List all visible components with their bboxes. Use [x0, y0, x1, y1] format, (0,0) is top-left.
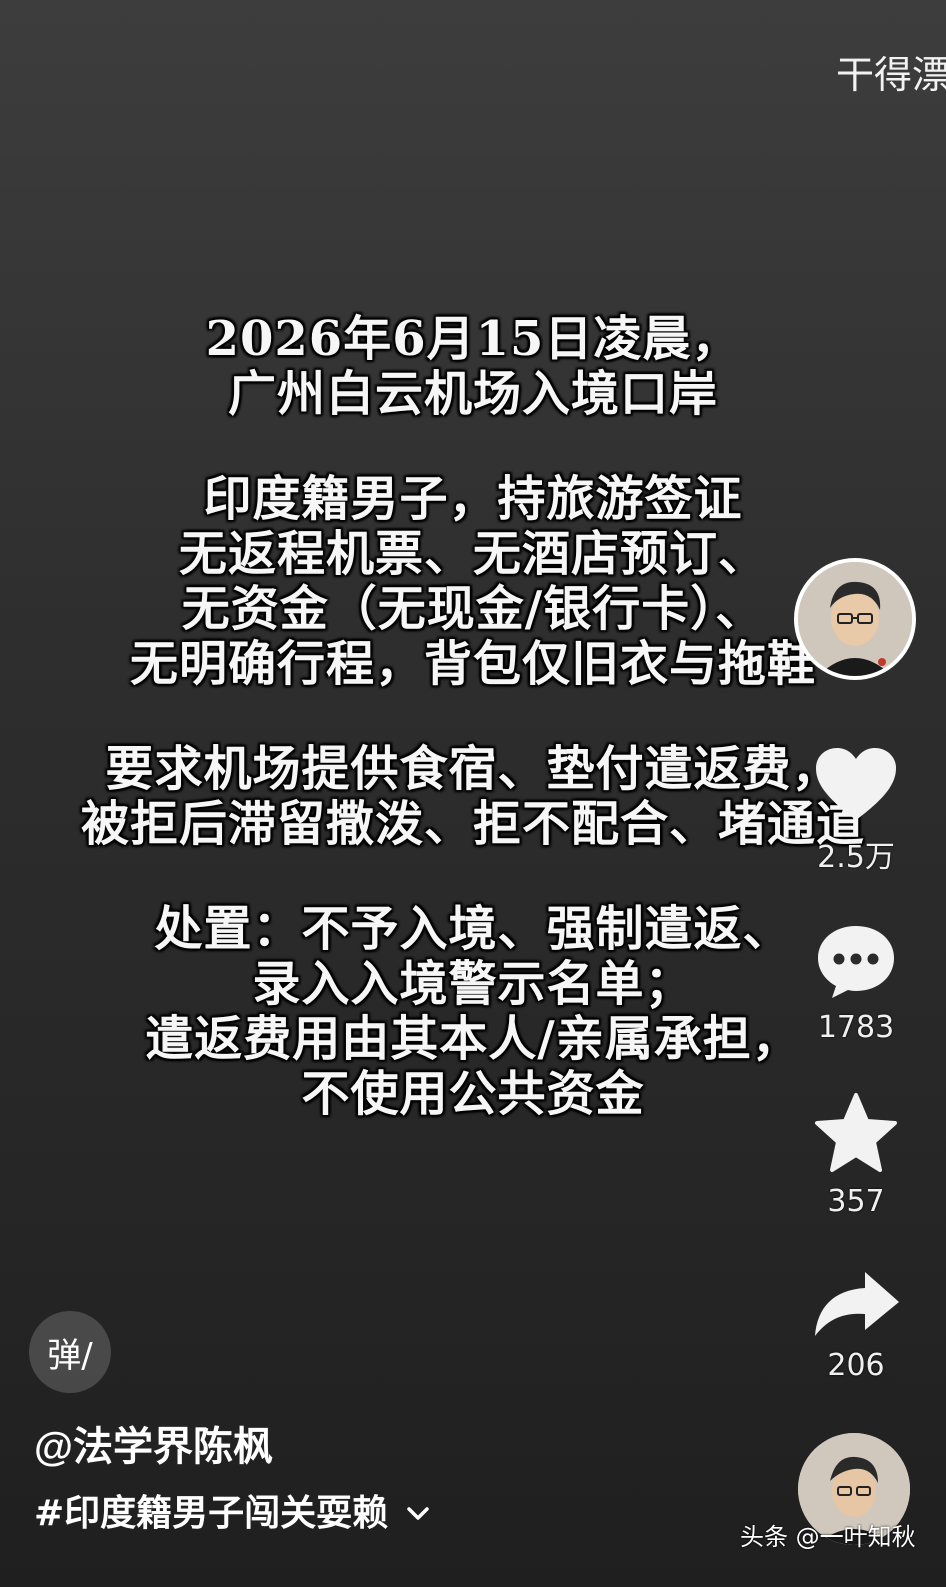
share-button[interactable]: 206	[800, 1268, 912, 1383]
paragraph-1: 2026年6月15日凌晨， 广州白云机场入境口岸	[0, 312, 946, 422]
share-icon	[815, 1272, 899, 1336]
chevron-down-icon	[406, 1490, 430, 1531]
watermark: 头条 @一叶知秋	[740, 1523, 916, 1551]
heart-icon	[816, 748, 896, 820]
star-icon	[815, 1093, 897, 1172]
text-line: 无返程机票、无酒店预订、	[178, 526, 767, 582]
author-avatar[interactable]	[794, 558, 916, 680]
paragraph-2: 印度籍男子，持旅游签证 无返程机票、无酒店预订、 无资金（无现金/银行卡）、 无…	[0, 472, 946, 692]
share-count: 206	[827, 1348, 885, 1383]
text-line: 2026年6月15日凌晨，	[205, 311, 741, 367]
comment-button[interactable]: 1783	[800, 922, 912, 1045]
danmaku-toggle-label: 弹/	[47, 1335, 93, 1376]
hashtag-row[interactable]: #印度籍男子闯关耍赖	[34, 1484, 430, 1536]
favorite-count: 357	[827, 1184, 885, 1219]
hashtag-label: #印度籍男子闯关耍赖	[34, 1493, 389, 1534]
text-line: 广州白云机场入境口岸	[227, 366, 718, 422]
like-button[interactable]: 2.5万	[800, 746, 912, 876]
comment-count: 1783	[817, 1010, 895, 1045]
scrolling-danmaku: 干得漂	[836, 53, 946, 97]
like-count: 2.5万	[817, 840, 895, 875]
favorite-button[interactable]: 357	[800, 1092, 912, 1219]
author-name[interactable]: @法学界陈枫	[34, 1414, 273, 1472]
text-line: 印度籍男子，持旅游签证	[203, 471, 743, 527]
comment-icon	[818, 926, 894, 998]
danmaku-toggle-button[interactable]: 弹/	[29, 1311, 111, 1393]
avatar-portrait-icon	[798, 562, 912, 676]
